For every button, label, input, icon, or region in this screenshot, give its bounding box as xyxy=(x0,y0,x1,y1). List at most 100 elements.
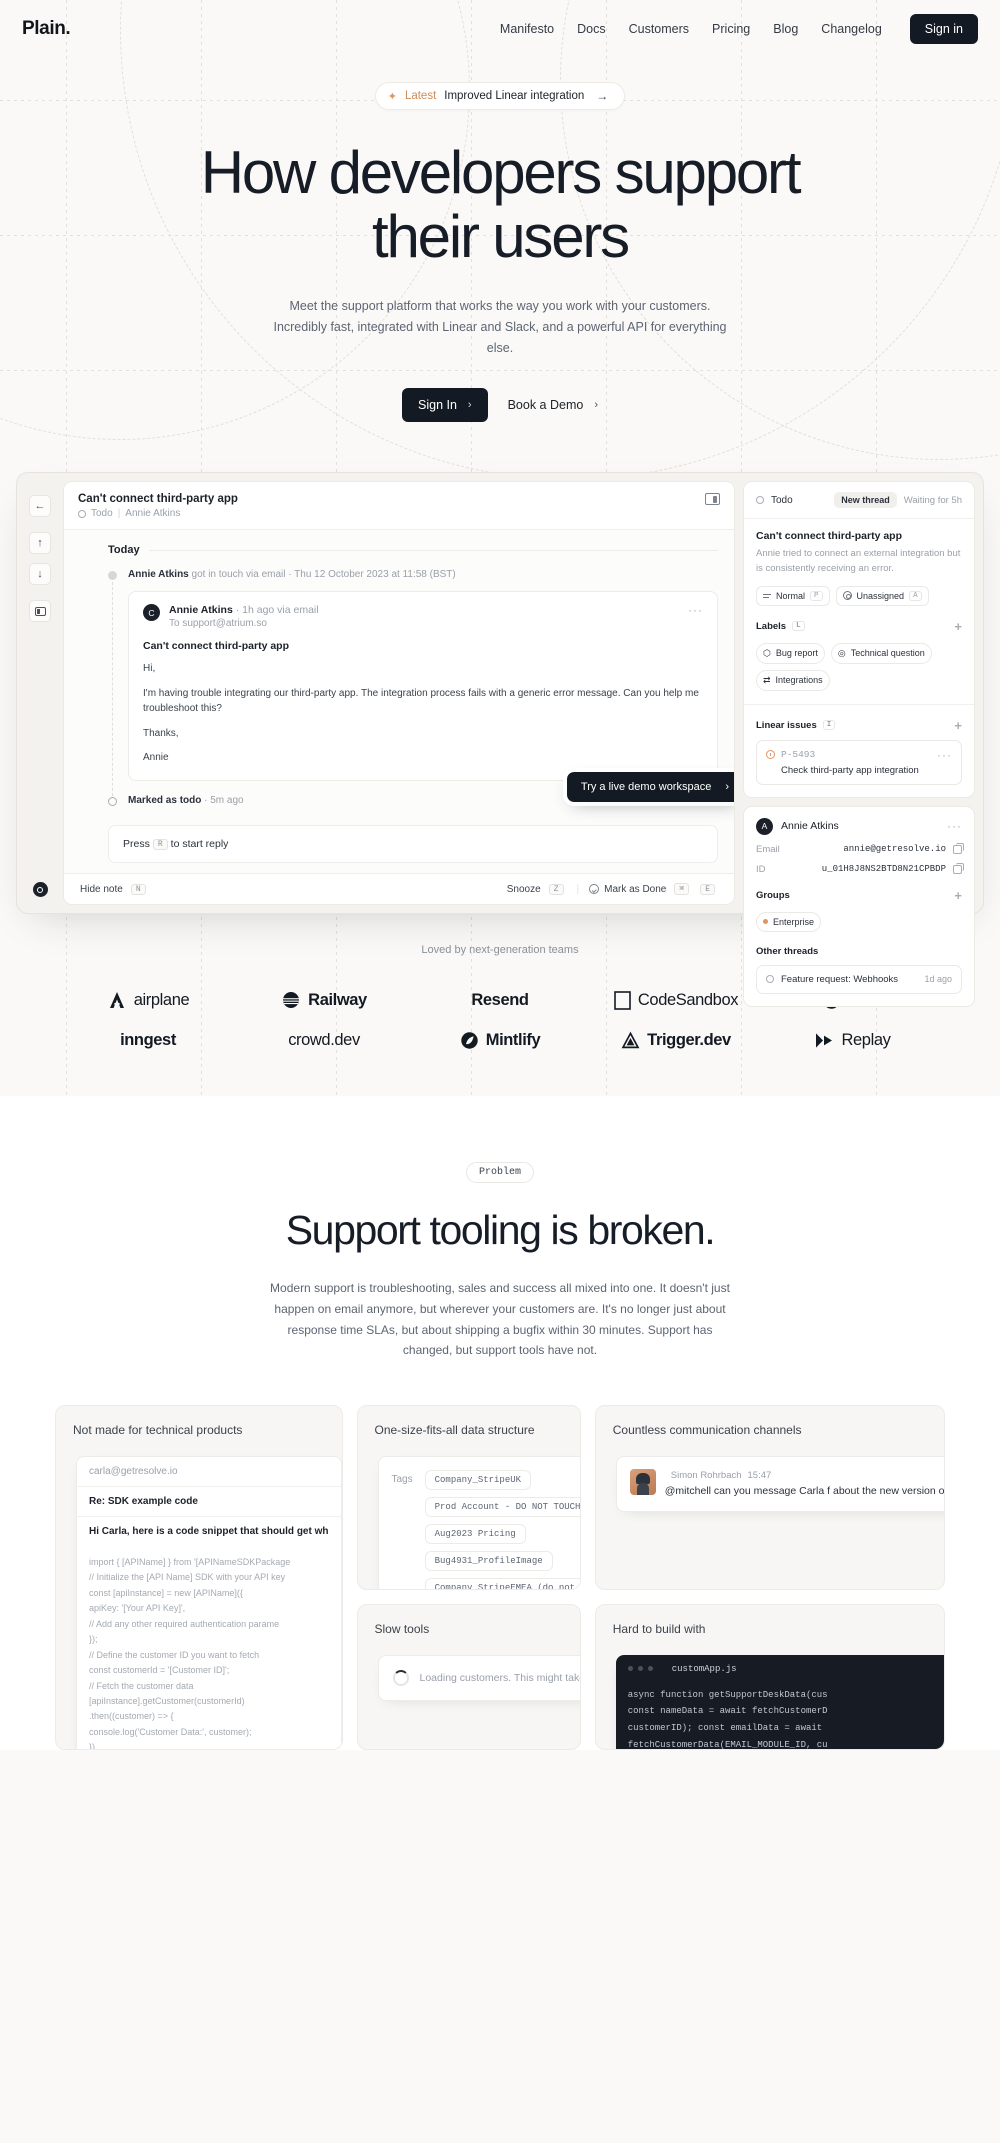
label-chip[interactable]: ⬡ Bug report xyxy=(756,642,825,664)
attribute-pills: Normal P Unassigned A xyxy=(756,585,962,606)
hero-signin-button[interactable]: Sign In › xyxy=(402,388,488,423)
thread-details-body: Can't connect third-party app Annie trie… xyxy=(744,519,974,797)
reply-shortcut-key: R xyxy=(152,839,168,851)
logo-label: Railway xyxy=(308,990,367,1009)
window-dot-icon xyxy=(627,1666,633,1672)
id-value: u_01H8J8NS2BTD8N21CPBDP xyxy=(821,864,946,875)
sidebar-status: Todo xyxy=(771,494,793,506)
mark-as-done-button[interactable]: Mark as Done ⌘ E xyxy=(589,883,718,896)
copy-icon[interactable] xyxy=(953,863,964,874)
badge-text: Improved Linear integration xyxy=(444,90,585,102)
more-options-icon[interactable]: ··· xyxy=(947,820,962,832)
group-chip[interactable]: Enterprise xyxy=(756,911,822,932)
linear-issue-id: P-5493 xyxy=(781,749,816,761)
snooze-button[interactable]: Snooze Z xyxy=(506,883,567,895)
sidebar-toggle-icon[interactable] xyxy=(29,600,51,623)
avatar: A xyxy=(756,817,773,835)
card-slow-tools: Slow tools Loading customers. This might… xyxy=(356,1603,581,1750)
badge-latest-label: Latest xyxy=(404,90,437,102)
down-arrow-icon[interactable]: ↓ xyxy=(29,563,51,586)
event-time: · Thu 12 October 2023 at 11:58 (BST) xyxy=(285,569,456,581)
message-body: I'm having trouble integrating our third… xyxy=(143,687,699,715)
id-label: ID xyxy=(756,863,766,875)
book-demo-button[interactable]: Book a Demo › xyxy=(508,398,598,412)
other-thread-item[interactable]: Feature request: Webhooks 1d ago xyxy=(756,964,962,994)
integrations-icon: ⇄ xyxy=(763,674,771,685)
add-label-icon[interactable]: + xyxy=(954,620,962,633)
email-label: Email xyxy=(756,843,780,855)
slack-message: @mitchell can you message Carla f about … xyxy=(664,1484,945,1497)
nav-link-docs[interactable]: Docs xyxy=(577,22,605,36)
linear-heading-row: Linear issues I + xyxy=(756,719,962,732)
nav-link-customers[interactable]: Customers xyxy=(629,22,689,36)
copy-icon[interactable] xyxy=(953,843,964,854)
add-linear-issue-icon[interactable]: + xyxy=(954,719,962,732)
card-channels: Countless communication channels Simon R… xyxy=(594,1404,945,1590)
trigger-icon xyxy=(621,1031,640,1049)
chevron-right-icon: › xyxy=(725,780,729,793)
up-arrow-icon[interactable]: ↑ xyxy=(29,532,51,555)
add-group-icon[interactable]: + xyxy=(954,889,962,902)
email-from: carla@getresolve.io xyxy=(77,1457,341,1487)
nav-link-manifesto[interactable]: Manifesto xyxy=(500,22,554,36)
event-action: got in touch via email xyxy=(188,569,286,581)
hide-note-button[interactable]: Hide note N xyxy=(80,883,149,895)
hero-section: ✦ Latest Improved Linear integration → H… xyxy=(0,58,1000,423)
code-line: [apiInstance].getCustomer(customerId) xyxy=(89,1695,245,1706)
user-circle-icon xyxy=(842,591,852,601)
priority-selector[interactable]: Normal P xyxy=(756,585,830,606)
linear-issue-card[interactable]: P-5493 ··· Check third-party app integra… xyxy=(756,739,962,785)
card-not-technical: Not made for technical products carla@ge… xyxy=(55,1404,343,1750)
tag-chip[interactable]: Prod Account - DO NOT TOUCH xyxy=(424,1496,580,1517)
message-subject: Can't connect third-party app xyxy=(143,640,290,653)
email-intro: Hi Carla, here is a code snippet that sh… xyxy=(89,1525,329,1537)
railway-icon xyxy=(283,992,300,1009)
book-demo-label: Book a Demo xyxy=(507,398,584,413)
assignee-selector[interactable]: Unassigned A xyxy=(835,585,929,606)
label-chip[interactable]: ◎ Technical question xyxy=(830,642,932,664)
assignee-key: A xyxy=(909,590,922,601)
reply-input[interactable]: Press Rto start reply xyxy=(108,825,718,864)
logo-inngest: inngest xyxy=(120,1031,176,1050)
loading-bold: Loading customers. xyxy=(419,1671,512,1684)
announcement-badge[interactable]: ✦ Latest Improved Linear integration → xyxy=(374,82,626,110)
hide-note-label: Hide note xyxy=(80,883,123,895)
panel-toggle-icon[interactable] xyxy=(705,493,720,506)
logo-label: CodeSandbox xyxy=(637,990,739,1009)
nav-links: Manifesto Docs Customers Pricing Blog Ch… xyxy=(500,14,978,44)
sparkle-icon: ✦ xyxy=(387,90,397,103)
linear-heading: Linear issues xyxy=(756,719,817,731)
code-line: customerID); const emailData = await xyxy=(627,1723,823,1734)
more-options-icon[interactable]: ··· xyxy=(688,604,703,616)
hide-note-key: N xyxy=(130,883,146,895)
logo-label: crowd.dev xyxy=(288,1031,360,1050)
email-message-card[interactable]: C Annie Atkins · 1h ago via email To sup… xyxy=(128,591,734,806)
thread-title: Can't connect third-party app xyxy=(78,493,238,506)
priority-key: P xyxy=(810,590,823,601)
status-circle-icon xyxy=(766,975,774,984)
todo-circle-icon xyxy=(108,796,117,806)
priority-label: Normal xyxy=(776,590,806,601)
avatar: C xyxy=(143,604,160,622)
slack-time: 15:47 xyxy=(747,1469,772,1481)
help-button[interactable] xyxy=(32,882,48,898)
snooze-label: Snooze xyxy=(506,883,541,895)
nav-signin-button[interactable]: Sign in xyxy=(909,14,978,44)
tag-chip[interactable]: Company_StripeUK xyxy=(424,1469,532,1490)
card-heading: Hard to build with xyxy=(612,1621,706,1636)
brand-logo[interactable]: Plain. xyxy=(22,18,71,40)
priority-icon xyxy=(763,592,771,600)
message-signature: Annie xyxy=(143,752,169,764)
tag-chip[interactable]: Company_StripeEMEA (do not use xyxy=(424,1577,580,1589)
tag-chip[interactable]: Aug2023 Pricing xyxy=(424,1523,526,1544)
more-options-icon[interactable]: ··· xyxy=(937,749,952,761)
nav-link-changelog[interactable]: Changelog xyxy=(821,22,881,36)
tag-chip[interactable]: Bug4931_ProfileImage xyxy=(424,1550,553,1571)
status-circle-icon xyxy=(78,509,86,518)
other-thread-time: 1d ago xyxy=(924,974,952,985)
problem-cards-grid: Not made for technical products carla@ge… xyxy=(0,1404,1000,1750)
back-arrow-icon[interactable]: ← xyxy=(29,495,51,518)
label-chip[interactable]: ⇄ Integrations xyxy=(756,669,830,691)
nav-link-pricing[interactable]: Pricing xyxy=(712,22,750,36)
nav-link-blog[interactable]: Blog xyxy=(773,22,798,36)
